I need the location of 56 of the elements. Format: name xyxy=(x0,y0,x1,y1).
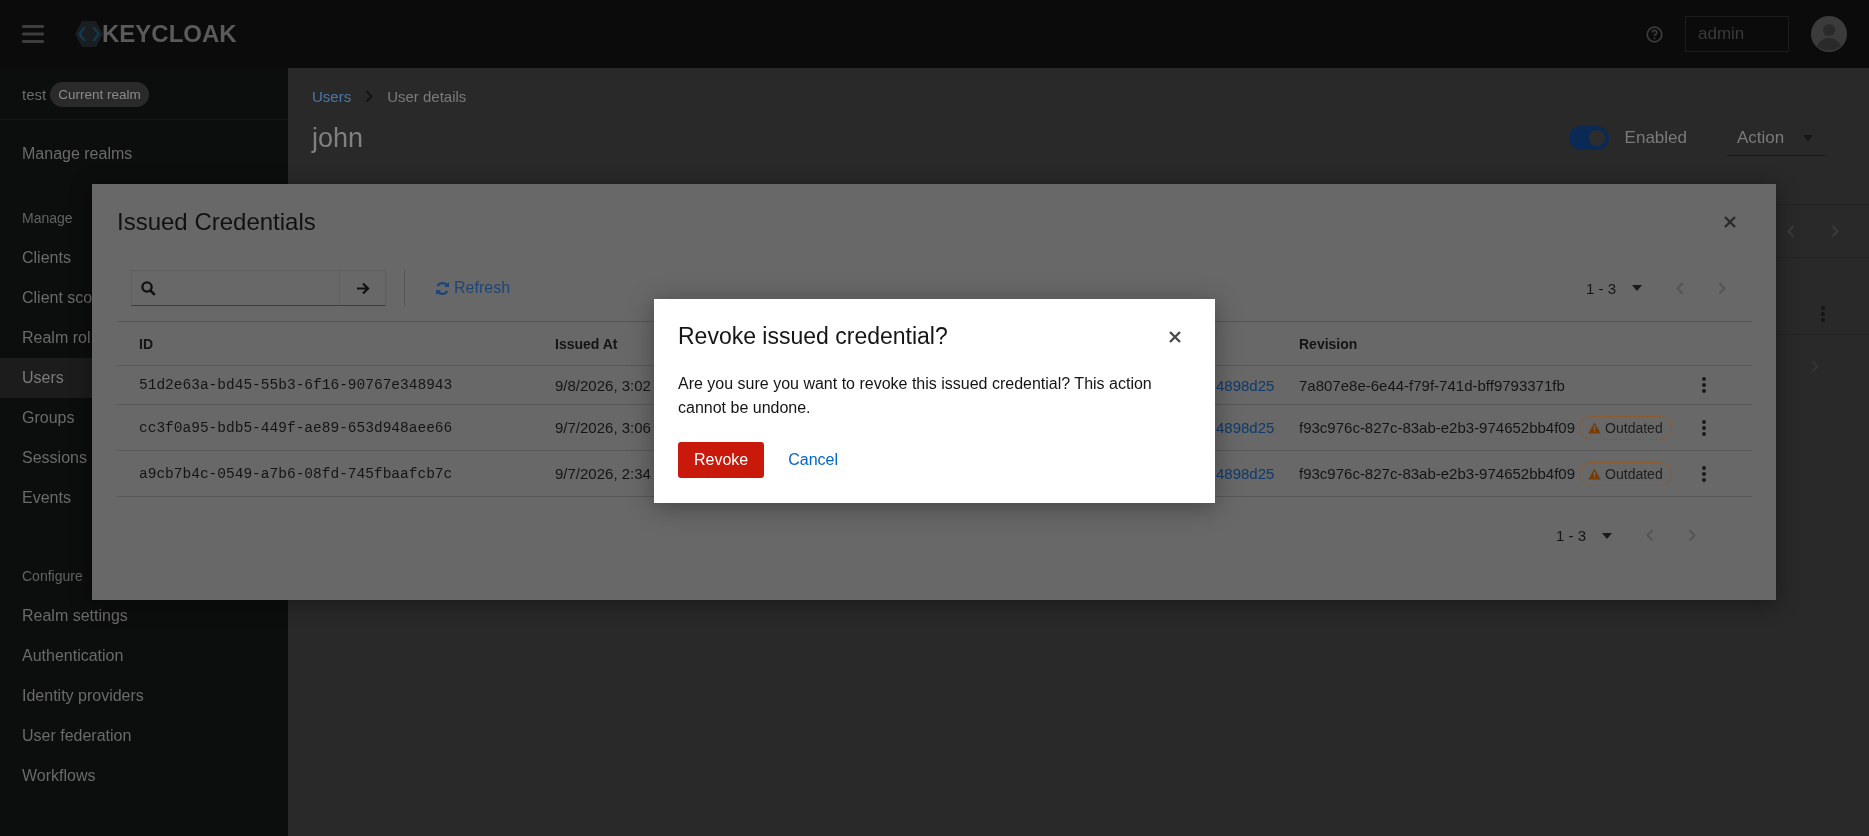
table-cell: 9/8/2026, 3:02 xyxy=(555,376,651,394)
column-header: Revision xyxy=(1299,335,1358,352)
realm-name: test xyxy=(22,86,47,103)
nav-item[interactable]: Authentication xyxy=(0,636,288,676)
warning-icon xyxy=(1588,421,1602,434)
column-header: ID xyxy=(139,335,153,352)
pagination-toggle[interactable]: 1 - 3 xyxy=(1586,279,1642,297)
caret-icon xyxy=(1632,285,1642,291)
dialog-title: Revoke issued credential? xyxy=(678,323,948,350)
pagination-toggle[interactable]: 1 - 3 xyxy=(1556,527,1612,544)
table-cell: 9/7/2026, 3:06 xyxy=(555,419,651,436)
table-cell: f93c976c-827c-83ab-e2b3-974652bb4f09 xyxy=(1299,419,1576,436)
table-cell: f93c976c-827c-83ab-e2b3-974652bb4f09 xyxy=(1299,465,1576,482)
cancel-button[interactable]: Cancel xyxy=(788,451,839,469)
menu-icon[interactable] xyxy=(22,25,44,43)
table-link[interactable]: 4898d25 xyxy=(1216,376,1275,394)
modal-title: Issued Credentials xyxy=(117,208,316,236)
table-link[interactable]: 4898d25 xyxy=(1216,465,1275,482)
revoke-button[interactable]: Revoke xyxy=(678,442,765,478)
kebab-icon[interactable] xyxy=(1702,419,1706,436)
action-menu[interactable]: Action xyxy=(1727,120,1827,156)
search-icon xyxy=(141,280,156,296)
nav-item[interactable]: Identity providers xyxy=(0,676,288,716)
avatar-icon[interactable] xyxy=(1811,16,1847,52)
table-cell: 51d2e63a-bd45-55b3-6f16-90767e348943 xyxy=(139,377,453,393)
breadcrumb-link[interactable]: Users xyxy=(312,87,352,105)
toggle-label: Enabled xyxy=(1624,128,1687,148)
table-cell: a9cb7b4c-0549-a7b6-08fd-745fbaafcb7c xyxy=(139,465,453,482)
search-button[interactable] xyxy=(340,270,386,306)
table-link[interactable]: 4898d25 xyxy=(1216,419,1275,436)
arrow-right-icon xyxy=(355,281,370,295)
table-cell: cc3f0a95-bdb5-449f-ae89-653d948aee66 xyxy=(139,419,453,436)
nav-item[interactable]: Realm settings xyxy=(0,596,288,636)
table-cell: 9/7/2026, 2:34 xyxy=(555,465,651,482)
dialog-message: Are you sure you want to revoke this issued credential? This action cannot be undone. xyxy=(678,374,1153,418)
search-field[interactable] xyxy=(131,270,340,306)
section-label: Configure xyxy=(21,567,84,586)
nav-item[interactable]: Manage realms xyxy=(0,134,288,174)
nav-item[interactable]: User federation xyxy=(0,716,288,756)
warning-icon xyxy=(1588,467,1602,480)
table-cell: 7a807e8e-6e44-f79f-741d-bff9793371fb xyxy=(1299,376,1565,394)
logo-icon xyxy=(74,19,104,49)
enabled-toggle[interactable] xyxy=(1568,126,1609,150)
realm-badge: Current realm xyxy=(50,82,149,107)
nav-item[interactable]: Workflows xyxy=(0,756,288,796)
refresh-icon xyxy=(435,280,450,296)
caret-icon xyxy=(1602,532,1612,539)
section-label: Manage xyxy=(21,209,74,228)
brand-name: KEYCLOAK xyxy=(102,20,237,48)
page-title: john xyxy=(312,122,364,154)
close-icon[interactable] xyxy=(1169,330,1181,343)
column-header: Issued At xyxy=(555,335,618,352)
breadcrumb-current: User details xyxy=(387,87,467,105)
kebab-icon[interactable] xyxy=(1702,465,1706,482)
kebab-icon[interactable] xyxy=(1702,377,1706,393)
help-icon[interactable] xyxy=(1646,25,1663,43)
